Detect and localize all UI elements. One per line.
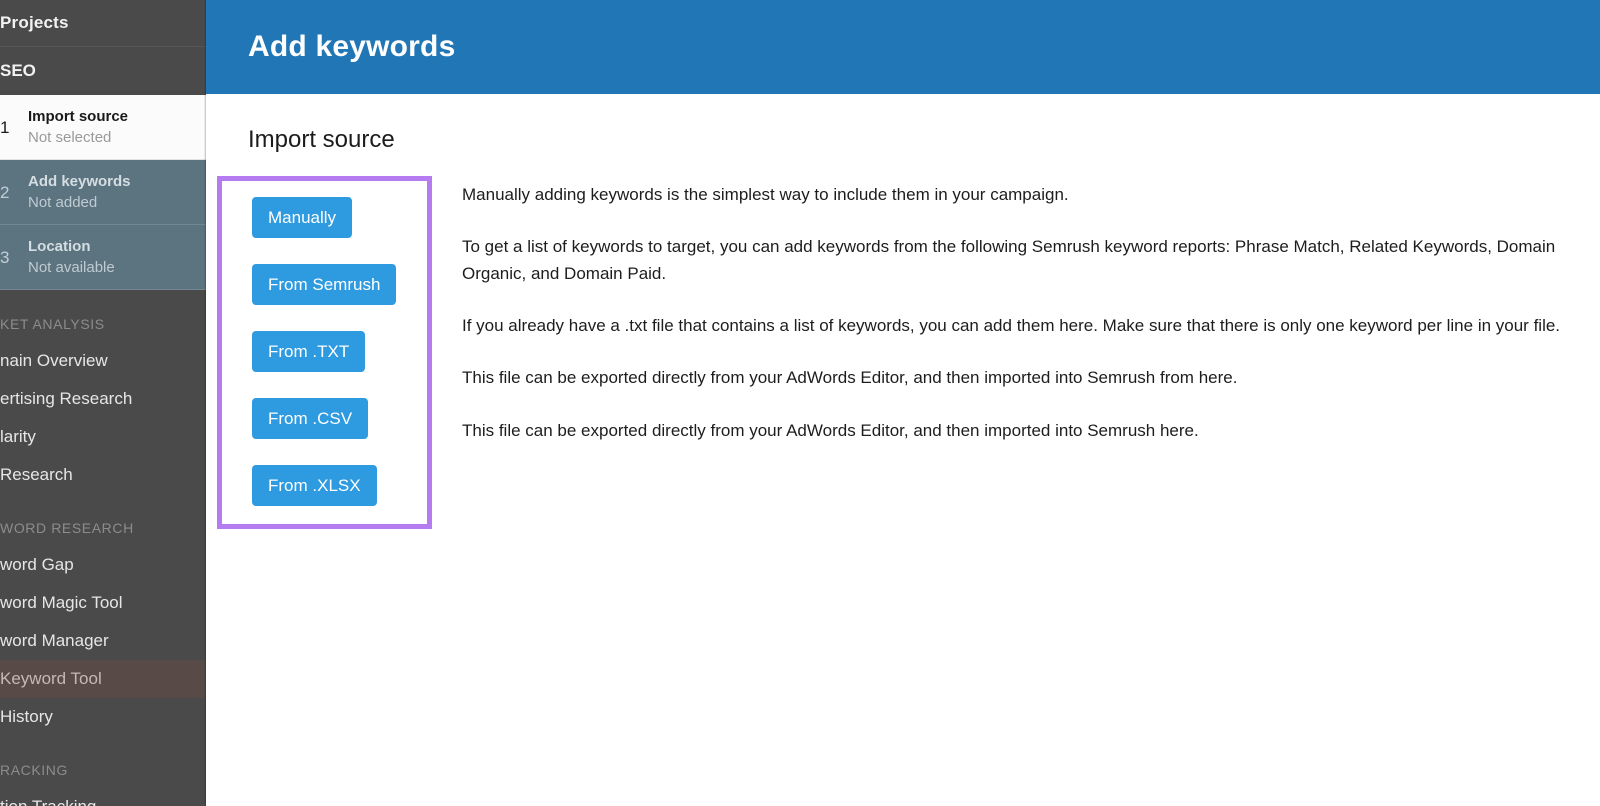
import-source-body: Manually From Semrush From .TXT From .CS… [206, 176, 1600, 529]
wizard-step-import-source[interactable]: 1 Import source Not selected [0, 95, 206, 160]
sidebar-item-keyword-gap[interactable]: word Gap [0, 546, 206, 584]
sidebar-seo-label: SEO [0, 61, 36, 80]
sidebar-projects-header[interactable]: Projects [0, 0, 206, 46]
sidebar-item-ppc-keyword-tool[interactable]: Keyword Tool [0, 660, 206, 698]
app-root: Projects SEO 1 Import source Not selecte… [0, 0, 1600, 806]
description-from-csv: This file can be exported directly from … [462, 368, 1238, 388]
nav-group-title-tracking: RACKING [0, 762, 68, 778]
sidebar-item-keyword-magic-tool[interactable]: word Magic Tool [0, 584, 206, 622]
step-title: Add keywords [28, 173, 131, 191]
step-number: 3 [0, 247, 10, 267]
description-from-xlsx: This file can be exported directly from … [462, 420, 1199, 440]
step-title: Location [28, 238, 91, 256]
main-panel: Add keywords Import source Manually From… [206, 0, 1600, 806]
description-from-semrush: To get a list of keywords to target, you… [462, 237, 1556, 283]
source-button-from-txt[interactable]: From .TXT [252, 331, 366, 372]
sidebar-item-keyword-manager[interactable]: word Manager [0, 622, 206, 660]
nav-group-title-market-analysis: KET ANALYSIS [0, 316, 105, 332]
sidebar-item-position-tracking[interactable]: tion Tracking [0, 788, 206, 806]
step-status: Not available [28, 258, 115, 276]
description-manually: Manually adding keywords is the simplest… [462, 185, 1069, 204]
source-button-from-csv[interactable]: From .CSV [252, 398, 369, 439]
modal-content: Import source Manually From Semrush From… [206, 126, 1600, 529]
step-number: 2 [0, 182, 10, 202]
sidebar-item-advertising-research[interactable]: ertising Research [0, 380, 206, 418]
sidebar-scroll-content: Projects SEO 1 Import source Not selecte… [0, 0, 206, 806]
source-button-manually[interactable]: Manually [252, 197, 353, 238]
step-status: Not added [28, 193, 98, 211]
wizard-step-location[interactable]: 3 Location Not available [0, 225, 206, 290]
nav-group-title-keyword-research: WORD RESEARCH [0, 520, 134, 536]
section-heading-import-source: Import source [248, 126, 395, 153]
step-status: Not selected [28, 128, 112, 146]
wizard-step-add-keywords[interactable]: 2 Add keywords Not added [0, 160, 206, 225]
sidebar-seo-header[interactable]: SEO [0, 47, 206, 95]
import-source-descriptions: Manually adding keywords is the simplest… [462, 176, 1600, 444]
description-from-txt: If you already have a .txt file that con… [462, 316, 1561, 336]
sidebar-projects-label: Projects [0, 13, 69, 32]
source-button-from-xlsx[interactable]: From .XLSX [252, 465, 377, 506]
sidebar-item-domain-overview[interactable]: nain Overview [0, 342, 206, 380]
modal-title-bar: Add keywords [206, 0, 1600, 94]
import-source-options-annotation: Manually From Semrush From .TXT From .CS… [217, 176, 432, 529]
page-title: Add keywords [248, 30, 456, 63]
sidebar-item-history[interactable]: History [0, 698, 206, 736]
step-number: 1 [0, 117, 10, 137]
step-title: Import source [28, 108, 129, 126]
sidebar-item-research[interactable]: Research [0, 456, 206, 494]
left-sidebar: Projects SEO 1 Import source Not selecte… [0, 0, 206, 806]
sidebar-item-clarity[interactable]: larity [0, 418, 206, 456]
source-button-from-semrush[interactable]: From Semrush [252, 264, 397, 305]
